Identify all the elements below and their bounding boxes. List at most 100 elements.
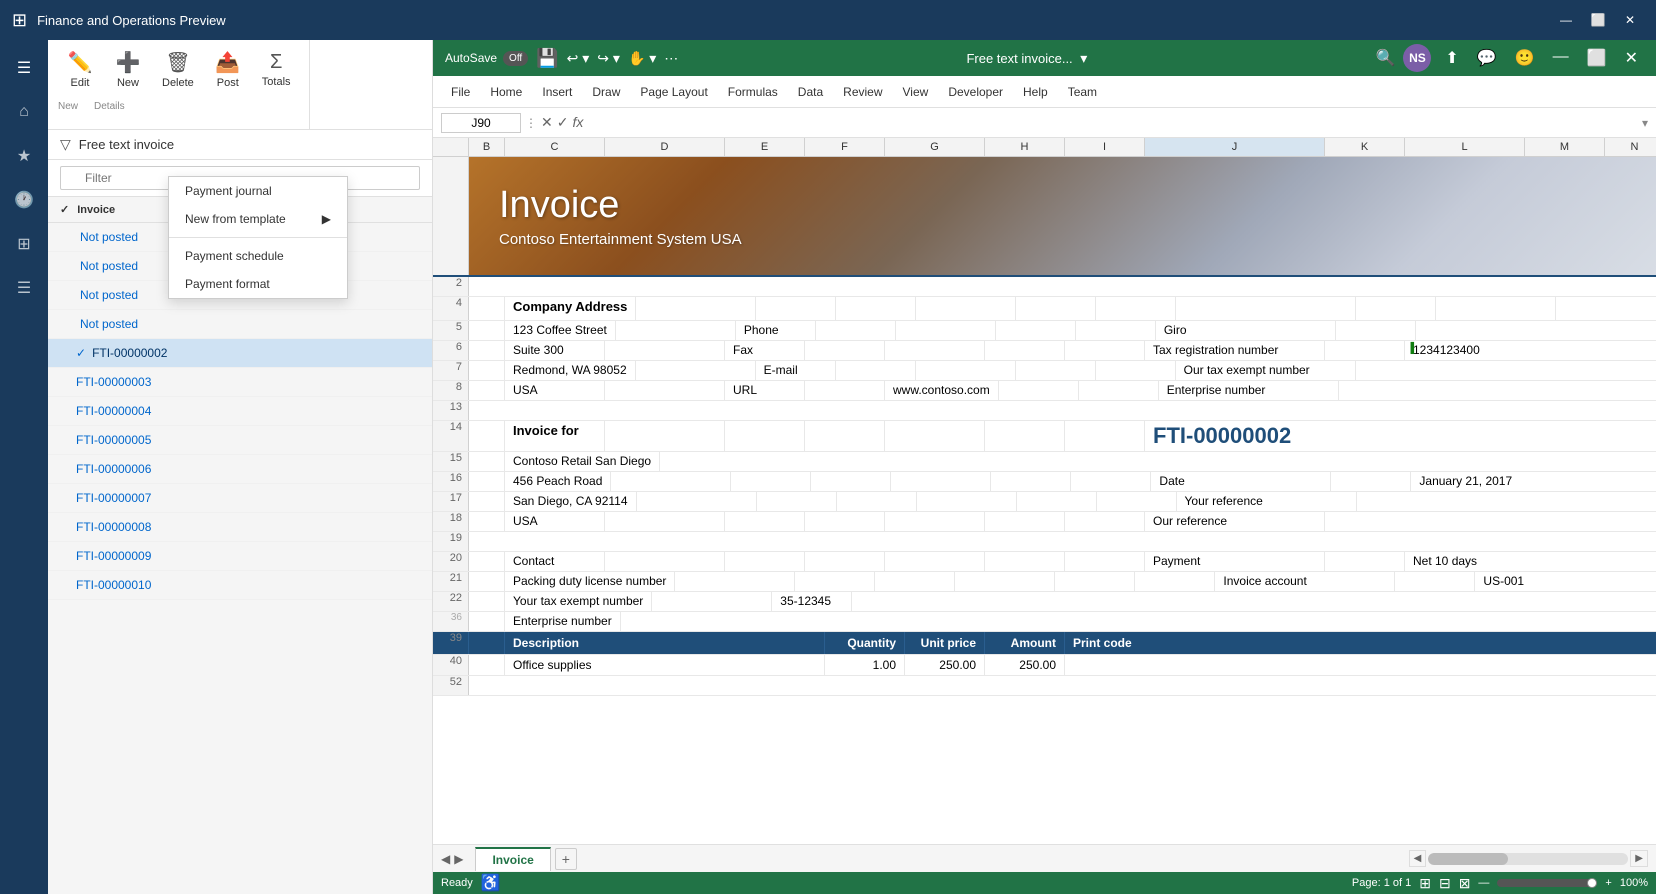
waffle-icon[interactable]: ⊞ bbox=[12, 10, 27, 31]
comments-button[interactable]: 💬 bbox=[1471, 46, 1503, 70]
list-item[interactable]: FTI-00000006 bbox=[48, 455, 432, 484]
undo-button[interactable]: ↩ ▾ bbox=[567, 50, 590, 67]
menu-draw[interactable]: Draw bbox=[582, 81, 630, 103]
menu-data[interactable]: Data bbox=[788, 81, 833, 103]
tax-exempt-label-cell: Our tax exempt number bbox=[1176, 361, 1356, 380]
row-16: 16 456 Peach Road Date January 21, 2017 bbox=[433, 472, 1656, 492]
col-header-d[interactable]: D bbox=[605, 138, 725, 156]
zoom-slider[interactable] bbox=[1497, 879, 1597, 887]
zoom-plus-icon[interactable]: + bbox=[1605, 877, 1611, 889]
totals-button[interactable]: Σ Totals bbox=[254, 47, 299, 92]
enterprise-num-label-cell: Enterprise number bbox=[505, 612, 621, 631]
scroll-left-icon[interactable]: ◀ bbox=[1409, 850, 1427, 867]
left-nav: ☰ ⌂ ★ 🕐 ⊞ ☰ bbox=[0, 40, 48, 894]
item-description-cell: Office supplies bbox=[505, 655, 825, 675]
list-item[interactable]: FTI-00000010 bbox=[48, 571, 432, 600]
list-item-selected[interactable]: ✓ FTI-00000002 bbox=[48, 339, 432, 368]
save-button[interactable]: 💾 bbox=[536, 48, 558, 69]
list-item[interactable]: FTI-00000004 bbox=[48, 397, 432, 426]
spreadsheet[interactable]: B C D E F G H I J K L M N bbox=[433, 138, 1656, 844]
next-sheet-icon[interactable]: ▶ bbox=[454, 852, 463, 866]
function-icon[interactable]: fx bbox=[572, 114, 583, 131]
close-button[interactable]: ✕ bbox=[1616, 6, 1644, 34]
cell-reference-input[interactable] bbox=[441, 113, 521, 133]
col-header-h[interactable]: H bbox=[985, 138, 1065, 156]
menu-team[interactable]: Team bbox=[1058, 81, 1107, 103]
invoice-list[interactable]: Not posted Not posted Not posted Not pos… bbox=[48, 223, 432, 894]
title-dropdown-arrow[interactable]: ▾ bbox=[1080, 50, 1087, 66]
maximize-button[interactable]: ⬜ bbox=[1584, 6, 1612, 34]
list-item[interactable]: FTI-00000009 bbox=[48, 542, 432, 571]
normal-view-icon[interactable]: ⊞ bbox=[1419, 875, 1431, 892]
excel-close-button[interactable]: ✕ bbox=[1619, 46, 1644, 70]
menu-help[interactable]: Help bbox=[1013, 81, 1058, 103]
more-button[interactable]: ⋯ bbox=[664, 50, 678, 67]
excel-search-icon[interactable]: 🔍 bbox=[1376, 48, 1396, 68]
scroll-right-icon[interactable]: ▶ bbox=[1630, 850, 1648, 867]
invoice-sheet-tab[interactable]: Invoice bbox=[475, 847, 550, 871]
formula-expand-icon[interactable]: ▾ bbox=[1642, 116, 1648, 130]
zoom-minus-icon[interactable]: — bbox=[1478, 877, 1489, 889]
emoji-button[interactable]: 🙂 bbox=[1509, 46, 1541, 70]
menu-developer[interactable]: Developer bbox=[938, 81, 1013, 103]
col-header-n[interactable]: N bbox=[1605, 138, 1656, 156]
formula-input[interactable] bbox=[587, 116, 1638, 130]
share-button[interactable]: ⬆ bbox=[1439, 46, 1464, 70]
autosave-toggle[interactable]: Off bbox=[503, 51, 528, 66]
list-item[interactable]: Not posted bbox=[48, 310, 432, 339]
user-avatar[interactable]: NS bbox=[1403, 44, 1431, 72]
nav-menu-icon[interactable]: ☰ bbox=[4, 48, 44, 88]
cancel-formula-icon[interactable]: ✕ bbox=[541, 114, 553, 131]
accessibility-icon[interactable]: ♿ bbox=[481, 873, 501, 893]
new-button[interactable]: ➕ New bbox=[106, 46, 150, 93]
check-all-icon[interactable]: ✓ bbox=[60, 203, 69, 216]
col-header-f[interactable]: F bbox=[805, 138, 885, 156]
row-17: 17 San Diego, CA 92114 Your reference bbox=[433, 492, 1656, 512]
col-header-b[interactable]: B bbox=[469, 138, 505, 156]
col-header-j[interactable]: J bbox=[1145, 138, 1325, 156]
nav-recent-icon[interactable]: 🕐 bbox=[4, 180, 44, 220]
cell-menu-icon[interactable]: ⋮ bbox=[525, 116, 537, 130]
excel-minimize-button[interactable]: — bbox=[1547, 46, 1575, 70]
col-header-m[interactable]: M bbox=[1525, 138, 1605, 156]
page-break-view-icon[interactable]: ⊠ bbox=[1459, 875, 1471, 892]
menu-insert[interactable]: Insert bbox=[532, 81, 582, 103]
col-header-k[interactable]: K bbox=[1325, 138, 1405, 156]
list-item[interactable]: FTI-00000003 bbox=[48, 368, 432, 397]
menu-file[interactable]: File bbox=[441, 81, 480, 103]
menu-home[interactable]: Home bbox=[480, 81, 532, 103]
confirm-formula-icon[interactable]: ✓ bbox=[557, 114, 569, 131]
list-item[interactable]: FTI-00000007 bbox=[48, 484, 432, 513]
nav-dashboard-icon[interactable]: ⊞ bbox=[4, 224, 44, 264]
col-header-i[interactable]: I bbox=[1065, 138, 1145, 156]
list-item[interactable]: FTI-00000008 bbox=[48, 513, 432, 542]
menu-view[interactable]: View bbox=[893, 81, 939, 103]
minimize-button[interactable]: — bbox=[1552, 6, 1580, 34]
menu-page-layout[interactable]: Page Layout bbox=[630, 81, 717, 103]
prev-sheet-icon[interactable]: ◀ bbox=[441, 852, 450, 866]
list-item[interactable]: FTI-00000005 bbox=[48, 426, 432, 455]
col-header-e[interactable]: E bbox=[725, 138, 805, 156]
menu-review[interactable]: Review bbox=[833, 81, 892, 103]
horizontal-scrollbar[interactable] bbox=[1428, 853, 1628, 865]
payment-schedule-item[interactable]: Payment schedule bbox=[169, 242, 347, 270]
excel-maximize-button[interactable]: ⬜ bbox=[1581, 46, 1613, 70]
payment-journal-item[interactable]: Payment journal bbox=[169, 177, 347, 205]
menu-formulas[interactable]: Formulas bbox=[718, 81, 788, 103]
redo-button[interactable]: ↪ ▾ bbox=[597, 50, 620, 67]
new-from-template-item[interactable]: New from template ▶ bbox=[169, 205, 347, 233]
col-header-l[interactable]: L bbox=[1405, 138, 1525, 156]
nav-star-icon[interactable]: ★ bbox=[4, 136, 44, 176]
col-header-g[interactable]: G bbox=[885, 138, 985, 156]
edit-button[interactable]: ✏️ Edit bbox=[58, 46, 102, 93]
nav-list-icon[interactable]: ☰ bbox=[4, 268, 44, 308]
filter-icon[interactable]: ▽ bbox=[60, 136, 71, 153]
delete-button[interactable]: 🗑 Delete bbox=[154, 46, 202, 93]
payment-format-item[interactable]: Payment format bbox=[169, 270, 347, 298]
touch-button[interactable]: ✋ ▾ bbox=[628, 50, 656, 67]
post-button[interactable]: 📤 Post bbox=[206, 46, 250, 93]
add-sheet-button[interactable]: + bbox=[555, 848, 577, 870]
col-header-c[interactable]: C bbox=[505, 138, 605, 156]
nav-home-icon[interactable]: ⌂ bbox=[4, 92, 44, 132]
page-layout-view-icon[interactable]: ⊟ bbox=[1439, 875, 1451, 892]
